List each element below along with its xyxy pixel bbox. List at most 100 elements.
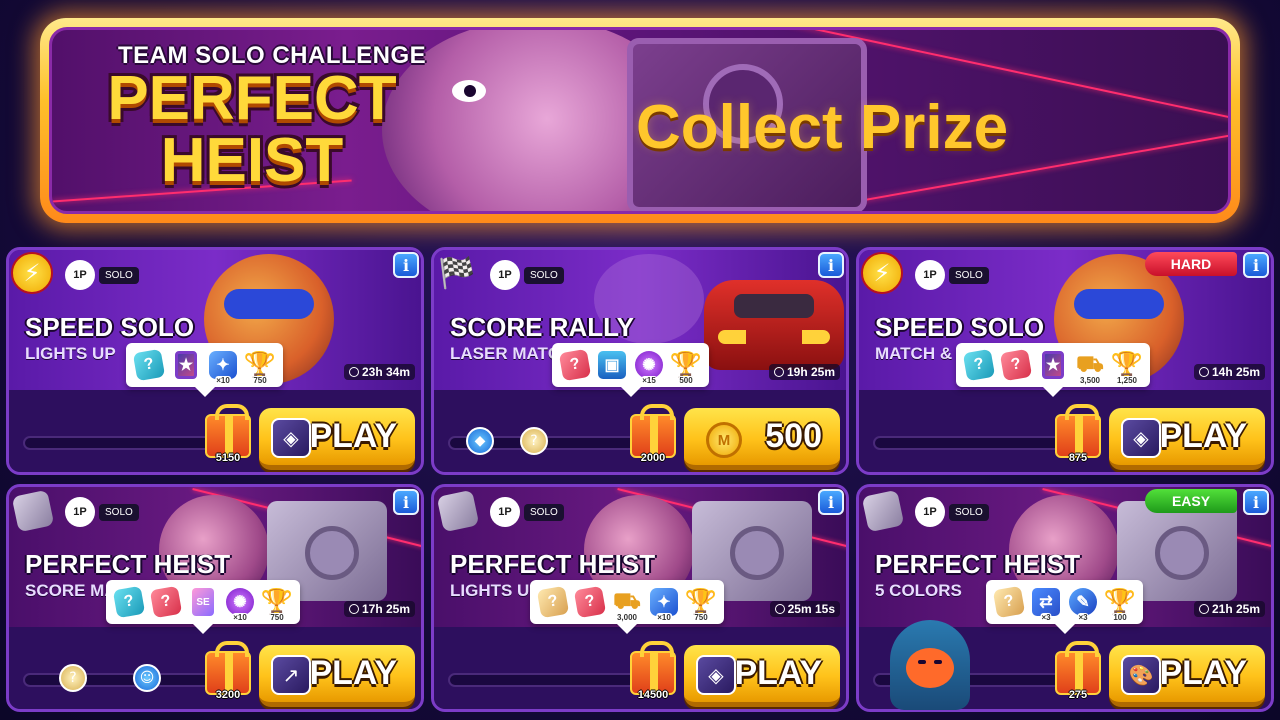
info-button[interactable]: i [393,489,419,515]
reward-item: ★ [1038,349,1068,381]
wand-booster-icon: ✎ [1069,588,1097,616]
players-label: 1P [915,260,945,290]
info-button[interactable]: i [1243,252,1269,278]
reward-qty: ×15 [641,376,657,385]
play-button[interactable]: 🎨 PLAY [1109,645,1265,707]
reward-item: SE [188,586,218,618]
mystery-cyan-icon: ? [132,348,166,382]
card-title: SPEED SOLO [25,312,195,342]
se-card-icon: SE [192,588,214,616]
play-button-label: PLAY [309,417,397,455]
progress-bar [23,673,213,687]
timer: 14h 25m [1193,364,1265,380]
reward-qty: ×10 [232,613,248,622]
reward-qty: 750 [693,613,709,622]
banner-art: TEAM SOLO CHALLENGE PERFECT HEIST Collec… [49,27,1231,214]
mystery-icon: ? [59,664,87,692]
trophy-icon: 🏆 [1110,349,1144,380]
duo-booster-icon: ⇄ [1032,588,1060,616]
players-label: 1P [490,260,520,290]
reward-item: 🏆 100 [1104,586,1136,622]
card-title: PERFECT HEIST [450,549,656,579]
mode-label: SOLO [99,266,139,284]
reward-qty: ×3 [1040,613,1052,622]
mode-label: SOLO [949,503,989,521]
info-button[interactable]: i [393,252,419,278]
reward-qty: ×10 [215,376,231,385]
trophy-icon: 🏆 [684,586,718,617]
play-button-label: 500 [765,417,822,455]
race-car-icon [704,280,844,370]
trophy-icon: 🏆 [243,349,277,380]
mystery-red-icon: ? [558,348,592,382]
reward-item: ? [992,585,1026,619]
info-button[interactable]: i [1243,489,1269,515]
booster-icon: ☺ [133,664,161,692]
player-avatar [890,620,970,720]
solo-badge: 1P SOLO [490,497,564,527]
banner-title-line1: PERFECT [107,64,397,133]
rewards-tooltip: ? ▣ ✺ ×15 🏆 500 [552,343,709,397]
progress-bar [448,673,638,687]
trophy-icon: 🏆 [260,586,294,617]
timer-text: 19h 25m [786,365,835,379]
banner-title-line2: HEIST [160,126,344,195]
lightning-icon: ⚡ [861,252,903,294]
solo-badge: 1P SOLO [915,497,989,527]
mystery-cyan-icon: ? [112,585,146,619]
mystery-red-icon: ? [149,585,183,619]
difficulty-badge: HARD [1145,252,1237,276]
rewards-tooltip: ? ⇄ ×3 ✎ ×3 🏆 100 [986,580,1143,634]
difficulty-badge: EASY [1145,489,1237,513]
timer-text: 25m 15s [787,602,835,616]
play-button[interactable]: ◈ PLAY [684,645,840,707]
play-button[interactable]: ◈ PLAY [1109,408,1265,470]
timer: 17h 25m [343,601,415,617]
timer-text: 23h 34m [361,365,410,379]
players-label: 1P [65,260,95,290]
reward-item: ⇄ ×3 [1031,586,1061,622]
reward-item: ✦ ×10 [208,349,238,385]
sticker-card-icon: ★ [175,351,197,379]
timer: 19h 25m [768,364,840,380]
gift-points: 14500 [637,689,669,701]
booster-icon: ◈ [1121,418,1161,458]
reward-item: ▣ [597,349,627,381]
solo-badge: 1P SOLO [915,260,989,290]
event-banner[interactable]: TEAM SOLO CHALLENGE PERFECT HEIST Collec… [40,18,1240,223]
mode-label: SOLO [949,266,989,284]
info-button[interactable]: i [818,252,844,278]
play-button[interactable]: ◈ PLAY [259,408,415,470]
clock-icon [1198,367,1209,377]
gift-points: 275 [1068,689,1088,701]
clock-icon [1198,604,1209,614]
clock-icon [774,604,785,614]
play-button[interactable]: M 500 [684,408,840,470]
play-button[interactable]: ↗ PLAY [259,645,415,707]
reward-item: ★ [171,349,201,381]
reward-item: 🏆 750 [243,349,277,385]
players-label: 1P [490,497,520,527]
mode-label: SOLO [524,266,564,284]
reward-item: ✦ ×10 [649,586,679,622]
checkered-flag-icon: 🏁 [438,255,476,291]
chart-booster-icon: ↗ [271,655,311,695]
purple-booster-icon: ✺ [226,588,254,616]
reward-item: ⛟ 3,000 [612,586,642,622]
collect-prize-button[interactable]: Collect Prize [636,92,1008,163]
purple-booster-icon: ✺ [635,351,663,379]
reward-qty: 750 [252,376,268,385]
blue-booster-icon: ✦ [650,588,678,616]
reward-qty: 750 [269,613,285,622]
timer-text: 21h 25m [1211,602,1260,616]
info-button[interactable]: i [818,489,844,515]
reward-item: ✺ ×10 [225,586,255,622]
reward-item: ? [132,348,166,382]
banner-title: PERFECT HEIST [102,68,402,192]
reward-qty: 1,250 [1115,376,1139,385]
booster-icon: ◈ [696,655,736,695]
blue-booster-icon: ✦ [209,351,237,379]
card-title: SCORE RALLY [450,312,634,342]
play-button-label: PLAY [1159,654,1247,692]
booster-icon: ◈ [271,418,311,458]
